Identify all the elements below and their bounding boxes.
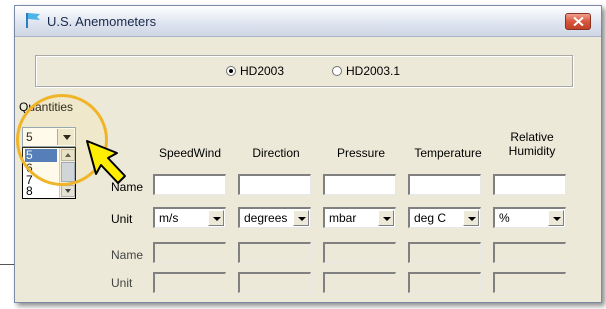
speedwind-unit-select-2	[153, 272, 226, 293]
chevron-down-icon[interactable]	[293, 210, 309, 226]
mouse-pointer-icon	[86, 140, 126, 184]
speedwind-unit-select[interactable]: m/s	[153, 207, 226, 228]
radio-hd2003-1-label: HD2003.1	[346, 64, 401, 78]
flag-icon	[26, 13, 40, 28]
temperature-unit-select[interactable]: deg C	[408, 207, 481, 228]
title-bar[interactable]: U.S. Anemometers	[15, 6, 601, 37]
speedwind-name-field-2	[153, 242, 226, 263]
unit-label-2: Unit	[111, 276, 133, 290]
scroll-down-icon[interactable]	[61, 185, 75, 197]
chevron-down-icon[interactable]	[208, 210, 224, 226]
window-title: U.S. Anemometers	[47, 14, 157, 29]
pressure-unit-value: mbar	[329, 211, 357, 225]
name-label-2: Name	[111, 248, 144, 262]
instrument-radio-group: HD2003 HD2003.1	[35, 55, 573, 87]
pressure-unit-select[interactable]: mbar	[323, 207, 396, 228]
humidity-unit-select[interactable]: %	[493, 207, 566, 228]
radio-checked-icon	[226, 66, 236, 76]
column-header-relative-humidity: Relative Humidity	[508, 130, 556, 158]
anemometers-dialog: U.S. Anemometers HD2003 HD2003.1 Quantit…	[14, 5, 602, 303]
pressure-name-field[interactable]	[323, 174, 396, 195]
temperature-unit-value: deg C	[414, 211, 447, 225]
quantities-option-8[interactable]: 8	[25, 185, 57, 198]
temperature-unit-select-2	[408, 272, 481, 293]
column-header-speedwind: SpeedWind	[158, 146, 222, 160]
radio-hd2003[interactable]: HD2003	[226, 64, 284, 78]
speedwind-name-field[interactable]	[153, 174, 226, 195]
unit-label: Unit	[111, 212, 133, 226]
radio-unchecked-icon	[332, 66, 342, 76]
humidity-unit-value: %	[499, 211, 510, 225]
humidity-name-field-2	[493, 242, 566, 263]
speedwind-unit-value: m/s	[159, 211, 179, 225]
direction-unit-value: degrees	[244, 211, 288, 225]
temperature-name-field[interactable]	[408, 174, 481, 195]
name-label: Name	[111, 180, 144, 194]
chevron-down-icon[interactable]	[378, 210, 394, 226]
chevron-down-icon[interactable]	[463, 210, 479, 226]
column-header-temperature: Temperature	[414, 146, 482, 160]
humidity-unit-select-2	[493, 272, 566, 293]
humidity-name-field[interactable]	[493, 174, 566, 195]
column-header-pressure: Pressure	[336, 146, 386, 160]
direction-unit-select[interactable]: degrees	[238, 207, 311, 228]
radio-hd2003-1[interactable]: HD2003.1	[332, 64, 400, 78]
chevron-down-icon[interactable]	[548, 210, 564, 226]
radio-hd2003-label: HD2003	[240, 64, 285, 78]
close-button[interactable]	[565, 13, 591, 30]
pressure-name-field-2	[323, 242, 396, 263]
direction-unit-select-2	[238, 272, 311, 293]
direction-name-field[interactable]	[238, 174, 311, 195]
direction-name-field-2	[238, 242, 311, 263]
close-icon	[573, 17, 584, 26]
temperature-name-field-2	[408, 242, 481, 263]
column-header-direction: Direction	[252, 146, 300, 160]
pressure-unit-select-2	[323, 272, 396, 293]
